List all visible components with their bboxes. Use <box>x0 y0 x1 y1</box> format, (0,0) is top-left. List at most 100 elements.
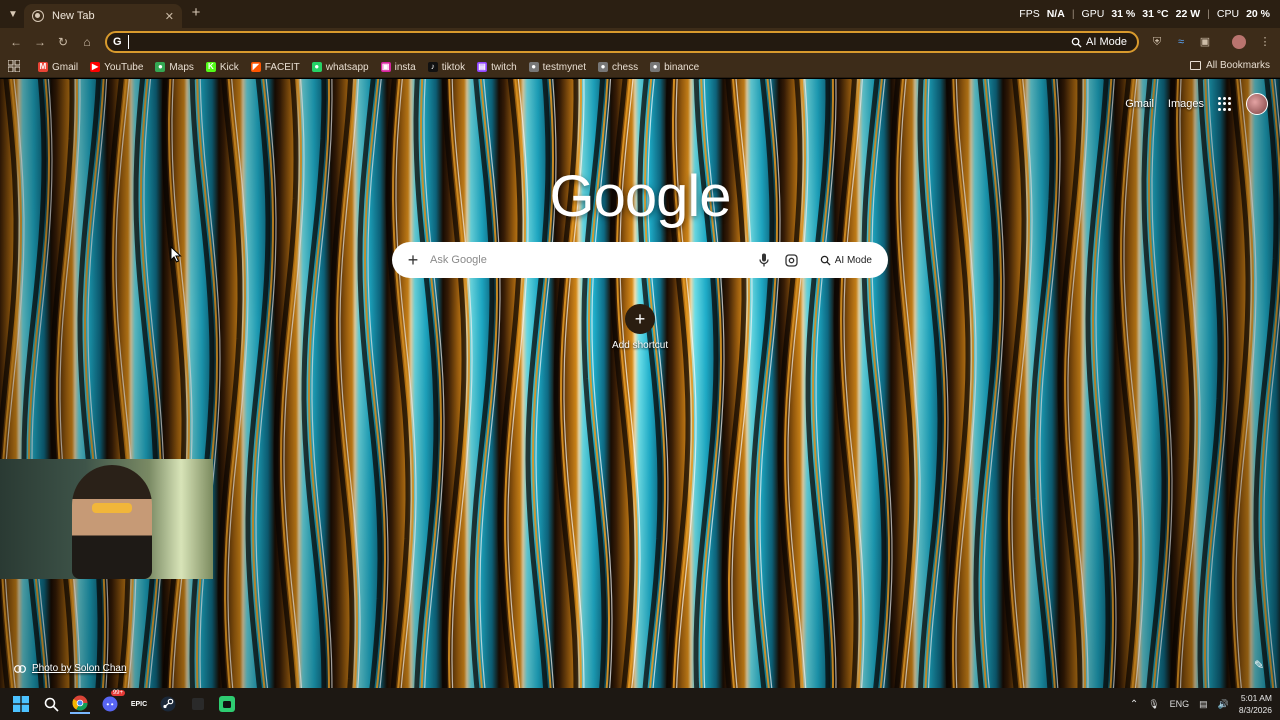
new-tab-page: Gmail Images Google + Ask Google AI Mode… <box>0 79 1280 688</box>
ai-search-icon <box>820 255 831 266</box>
extensions-puzzle-icon[interactable]: ▣ <box>1198 35 1212 49</box>
google-search-box[interactable]: + AI Mode <box>392 242 888 278</box>
bookmark-binance[interactable]: ● binance <box>650 62 699 73</box>
chess-icon: ● <box>598 62 608 72</box>
language-indicator[interactable]: ENG <box>1170 699 1190 709</box>
bookmark-insta[interactable]: ▣ insta <box>380 61 416 73</box>
bookmark-list: M Gmail ▶ YouTube ● Maps K Kick ◤ FACEIT ● whatsapp… <box>38 56 699 78</box>
menu-kebab-icon[interactable]: ⋮ <box>1258 35 1272 49</box>
windows-taskbar: 99+ EPIC ⌃ 🎙 ENG ▤ 🔊 5:01 AM 8/3/2026 <box>0 688 1280 720</box>
tab-search-icon[interactable]: ▼ <box>4 5 22 23</box>
youtube-icon: ▶ <box>90 62 101 72</box>
bookmark-label: testmynet <box>542 61 586 73</box>
add-shortcut-label: Add shortcut <box>612 340 669 351</box>
volume-icon[interactable]: 🔊 <box>1218 699 1229 710</box>
add-plus-icon[interactable]: + <box>404 250 422 271</box>
windows-start-icon[interactable] <box>11 694 31 714</box>
cpu-label: CPU <box>1216 8 1240 20</box>
microphone-icon[interactable] <box>755 251 773 269</box>
photo-credit[interactable]: Photo by Solon Chan <box>14 663 127 674</box>
address-bar[interactable]: G AI Mode <box>105 31 1139 53</box>
translate-extension-icon[interactable]: ≈ <box>1174 35 1188 49</box>
maps-icon: ● <box>155 62 166 72</box>
bookmark-chess[interactable]: ● chess <box>598 62 638 73</box>
gpu-label: GPU <box>1081 8 1105 20</box>
search-icon[interactable] <box>41 694 61 714</box>
fps-label: FPS <box>1019 8 1040 20</box>
app-green-taskbar-icon[interactable] <box>217 694 237 714</box>
tab-strip: ▼ New Tab ✕ + FPS N/A | GPU 31 % 31 °C 2… <box>0 0 1280 28</box>
bookmark-label: YouTube <box>104 61 144 73</box>
kick-icon: K <box>205 62 216 72</box>
performance-overlay: FPS N/A | GPU 31 % 31 °C 22 W | CPU 20 % <box>1019 8 1270 20</box>
fps-value: N/A <box>1046 8 1065 20</box>
google-top-links: Gmail Images <box>1125 93 1268 115</box>
steam-icon[interactable] <box>158 694 178 714</box>
bookmark-whatsapp[interactable]: ● whatsapp <box>311 61 369 73</box>
twitch-icon: ▤ <box>477 62 488 72</box>
all-bookmarks-button[interactable]: All Bookmarks <box>1190 60 1270 71</box>
faceit-icon: ◤ <box>250 62 261 72</box>
address-input[interactable] <box>127 35 1062 49</box>
bookmark-testmynet[interactable]: ● testmynet <box>528 61 586 73</box>
new-tab-button[interactable]: + <box>188 5 204 21</box>
gmail-link[interactable]: Gmail <box>1125 98 1154 110</box>
folder-icon <box>1190 61 1202 70</box>
microphone-icon[interactable]: 🎙 <box>1148 699 1159 710</box>
apps-grid-icon[interactable] <box>8 60 20 72</box>
account-avatar[interactable] <box>1246 93 1268 115</box>
bookmark-kick[interactable]: K Kick <box>205 62 239 73</box>
browser-toolbar: ← → ↻ ⌂ G AI Mode ⛨ ≈ ▣ ⋮ <box>0 28 1280 56</box>
insta-icon: ▣ <box>380 62 391 72</box>
bookmark-label: insta <box>394 61 416 73</box>
forward-arrow-icon[interactable]: → <box>32 34 48 50</box>
search-input[interactable] <box>430 254 750 266</box>
clock-time: 5:01 AM <box>1240 693 1272 703</box>
clock[interactable]: 5:01 AM 8/3/2026 <box>1239 692 1272 716</box>
cpu-value: 20 % <box>1246 8 1270 20</box>
tab-title: New Tab <box>52 10 95 22</box>
webcam-overlay <box>0 459 213 579</box>
gmail-icon: M <box>38 62 48 72</box>
tab-favicon-icon <box>32 10 44 22</box>
link-icon <box>14 664 26 673</box>
lens-camera-icon[interactable] <box>783 251 801 269</box>
tab-new-tab[interactable]: New Tab ✕ <box>24 4 182 28</box>
app-taskbar-icon[interactable] <box>188 694 208 714</box>
gpu-power: 22 W <box>1175 8 1201 20</box>
bookmark-label: Gmail <box>52 61 79 73</box>
system-tray: ⌃ 🎙 ENG ▤ 🔊 5:01 AM 8/3/2026 <box>1130 688 1272 720</box>
tiktok-icon: ♪ <box>427 62 438 72</box>
images-link[interactable]: Images <box>1168 98 1204 110</box>
back-arrow-icon[interactable]: ← <box>8 34 24 50</box>
bookmark-faceit[interactable]: ◤ FACEIT <box>250 61 300 73</box>
search-ai-mode-button[interactable]: AI Mode <box>814 251 878 270</box>
ai-mode-button[interactable]: AI Mode <box>1061 33 1137 51</box>
network-icon[interactable]: ▤ <box>1199 699 1208 710</box>
profile-avatar-icon[interactable] <box>1232 35 1246 49</box>
bookmark-label: whatsapp <box>325 61 369 73</box>
customize-pencil-icon[interactable]: ✎ <box>1254 658 1270 674</box>
bookmark-label: FACEIT <box>264 61 300 73</box>
bookmark-maps[interactable]: ● Maps <box>155 61 194 73</box>
add-shortcut-button[interactable]: + Add shortcut <box>612 304 668 351</box>
bookmark-tiktok[interactable]: ♪ tiktok <box>427 62 465 73</box>
tab-close-icon[interactable]: ✕ <box>165 10 174 23</box>
bookmark-gmail[interactable]: M Gmail <box>38 62 78 73</box>
home-icon[interactable]: ⌂ <box>79 34 95 50</box>
bookmark-youtube[interactable]: ▶ YouTube <box>90 62 143 73</box>
shield-extension-icon[interactable]: ⛨ <box>1150 35 1164 49</box>
google-apps-icon[interactable] <box>1218 97 1232 111</box>
mouse-cursor-icon <box>170 246 182 263</box>
chrome-taskbar-icon[interactable] <box>70 694 90 714</box>
photo-credit-label: Photo by Solon Chan <box>32 663 127 674</box>
epic-games-icon[interactable]: EPIC <box>129 694 149 714</box>
gpu-value: 31 % <box>1111 8 1136 20</box>
bookmark-twitch[interactable]: ▤ twitch <box>477 62 517 73</box>
discord-taskbar-icon[interactable]: 99+ <box>100 690 125 714</box>
bookmark-label: twitch <box>491 61 517 73</box>
google-g-icon: G <box>113 36 122 48</box>
chevron-up-icon[interactable]: ⌃ <box>1130 699 1138 710</box>
reload-icon[interactable]: ↻ <box>55 34 71 50</box>
bookmark-label: Maps <box>169 61 194 73</box>
